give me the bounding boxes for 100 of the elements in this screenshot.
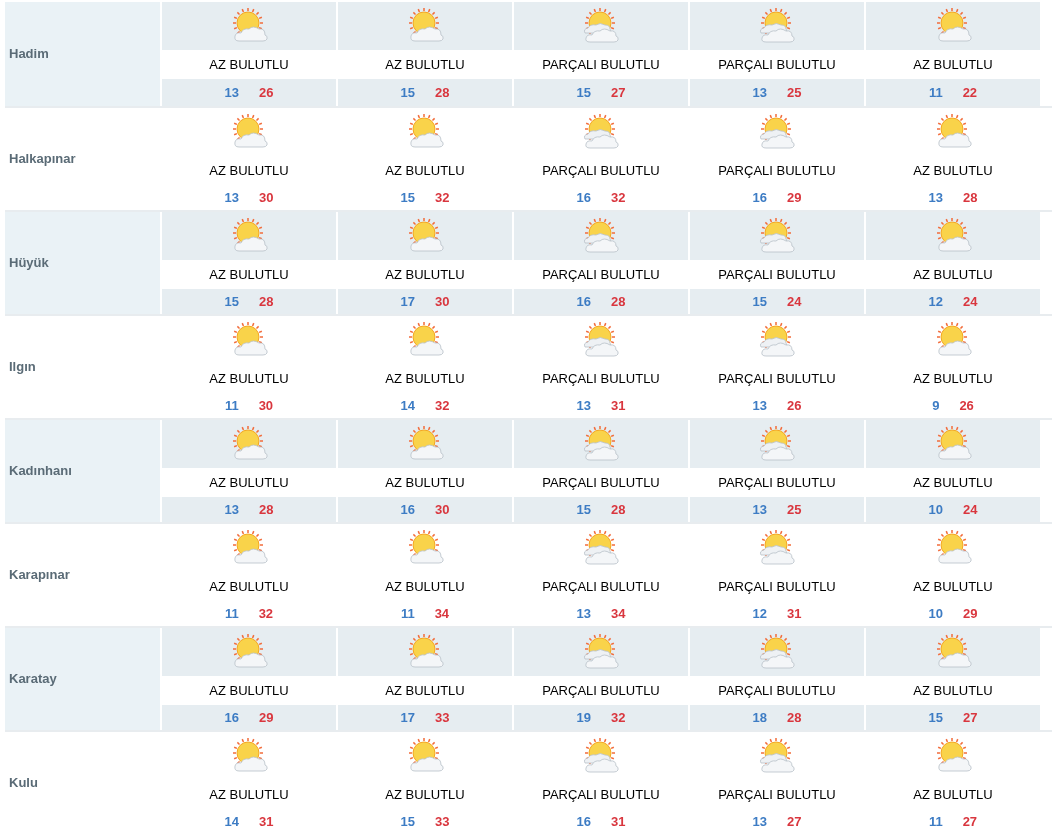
high-temperature: 26 — [959, 396, 974, 415]
high-temperature: 30 — [435, 500, 450, 519]
sun-cloud-icon — [230, 321, 268, 359]
high-temperature: 29 — [963, 604, 978, 623]
condition-text: AZ BULUTLU — [385, 785, 465, 804]
sun-cloud-icon — [582, 321, 620, 359]
high-temperature: 31 — [259, 812, 274, 831]
low-temperature: 13 — [224, 188, 239, 207]
low-temperature: 11 — [400, 604, 415, 623]
condition-text: AZ BULUTLU — [913, 369, 993, 388]
condition-text: AZ BULUTLU — [385, 55, 465, 74]
high-temperature: 32 — [611, 188, 626, 207]
sun-cloud-icon — [406, 113, 444, 151]
low-temperature: 17 — [400, 708, 415, 727]
low-temperature: 17 — [400, 292, 415, 311]
low-temperature: 14 — [224, 812, 239, 831]
high-temperature: 31 — [611, 396, 626, 415]
low-temperature: 15 — [400, 83, 415, 102]
sun-cloud-icon — [934, 217, 972, 255]
sun-cloud-icon — [230, 7, 268, 45]
low-temperature: 11 — [224, 604, 239, 623]
low-temperature: 16 — [752, 188, 767, 207]
high-temperature: 25 — [787, 83, 802, 102]
high-temperature: 32 — [611, 708, 626, 727]
condition-text: PARÇALI BULUTLU — [718, 473, 836, 492]
sun-cloud-icon — [582, 7, 620, 45]
low-temperature: 15 — [576, 500, 591, 519]
low-temperature: 15 — [928, 708, 943, 727]
sun-cloud-icon — [230, 529, 268, 567]
sun-cloud-icon — [934, 529, 972, 567]
low-temperature: 11 — [224, 396, 239, 415]
sun-cloud-icon — [406, 7, 444, 45]
high-temperature: 27 — [962, 812, 978, 831]
district-name: Hüyük — [5, 212, 160, 314]
low-temperature: 15 — [224, 292, 239, 311]
condition-text: AZ BULUTLU — [385, 161, 465, 180]
high-temperature: 31 — [787, 604, 802, 623]
sun-cloud-icon — [934, 633, 972, 671]
sun-cloud-icon — [582, 529, 620, 567]
low-temperature: 11 — [928, 812, 943, 831]
low-temperature: 19 — [576, 708, 591, 727]
high-temperature: 34 — [434, 604, 450, 623]
low-temperature: 16 — [400, 500, 415, 519]
condition-text: AZ BULUTLU — [913, 265, 993, 284]
low-temperature: 12 — [752, 604, 767, 623]
sun-cloud-icon — [934, 737, 972, 775]
sun-cloud-icon — [230, 425, 268, 463]
sun-cloud-icon — [582, 737, 620, 775]
high-temperature: 27 — [611, 83, 626, 102]
condition-text: PARÇALI BULUTLU — [718, 161, 836, 180]
condition-text: AZ BULUTLU — [385, 577, 465, 596]
low-temperature: 13 — [752, 396, 767, 415]
low-temperature: 15 — [752, 292, 767, 311]
sun-cloud-icon — [406, 321, 444, 359]
low-temperature: 15 — [400, 812, 415, 831]
condition-text: AZ BULUTLU — [209, 161, 289, 180]
condition-text: PARÇALI BULUTLU — [542, 577, 660, 596]
condition-text: PARÇALI BULUTLU — [542, 161, 660, 180]
high-temperature: 24 — [787, 292, 802, 311]
high-temperature: 24 — [963, 500, 978, 519]
condition-text: PARÇALI BULUTLU — [718, 55, 836, 74]
high-temperature: 30 — [259, 188, 274, 207]
sun-cloud-icon — [406, 529, 444, 567]
condition-text: AZ BULUTLU — [385, 681, 465, 700]
condition-text: AZ BULUTLU — [209, 55, 289, 74]
condition-text: AZ BULUTLU — [209, 473, 289, 492]
district-name: Hadim — [5, 2, 160, 106]
high-temperature: 28 — [963, 188, 978, 207]
sun-cloud-icon — [406, 633, 444, 671]
high-temperature: 28 — [611, 500, 626, 519]
sun-cloud-icon — [758, 529, 796, 567]
condition-text: PARÇALI BULUTLU — [718, 681, 836, 700]
sun-cloud-icon — [582, 217, 620, 255]
low-temperature: 16 — [576, 188, 591, 207]
high-temperature: 30 — [435, 292, 450, 311]
district-name: Karatay — [5, 628, 160, 730]
high-temperature: 30 — [258, 396, 274, 415]
low-temperature: 15 — [400, 188, 415, 207]
high-temperature: 22 — [962, 83, 978, 102]
low-temperature: 12 — [928, 292, 943, 311]
high-temperature: 32 — [435, 396, 450, 415]
condition-text: PARÇALI BULUTLU — [718, 785, 836, 804]
condition-text: AZ BULUTLU — [913, 473, 993, 492]
condition-text: AZ BULUTLU — [913, 55, 993, 74]
condition-text: AZ BULUTLU — [385, 473, 465, 492]
sun-cloud-icon — [758, 113, 796, 151]
condition-text: PARÇALI BULUTLU — [718, 369, 836, 388]
sun-cloud-icon — [934, 7, 972, 45]
high-temperature: 33 — [435, 812, 450, 831]
low-temperature: 13 — [576, 396, 591, 415]
condition-text: PARÇALI BULUTLU — [542, 681, 660, 700]
condition-text: AZ BULUTLU — [209, 369, 289, 388]
high-temperature: 26 — [787, 396, 802, 415]
condition-text: AZ BULUTLU — [209, 785, 289, 804]
sun-cloud-icon — [758, 425, 796, 463]
high-temperature: 34 — [611, 604, 626, 623]
sun-cloud-icon — [758, 737, 796, 775]
sun-cloud-icon — [758, 633, 796, 671]
high-temperature: 26 — [259, 83, 274, 102]
sun-cloud-icon — [934, 321, 972, 359]
